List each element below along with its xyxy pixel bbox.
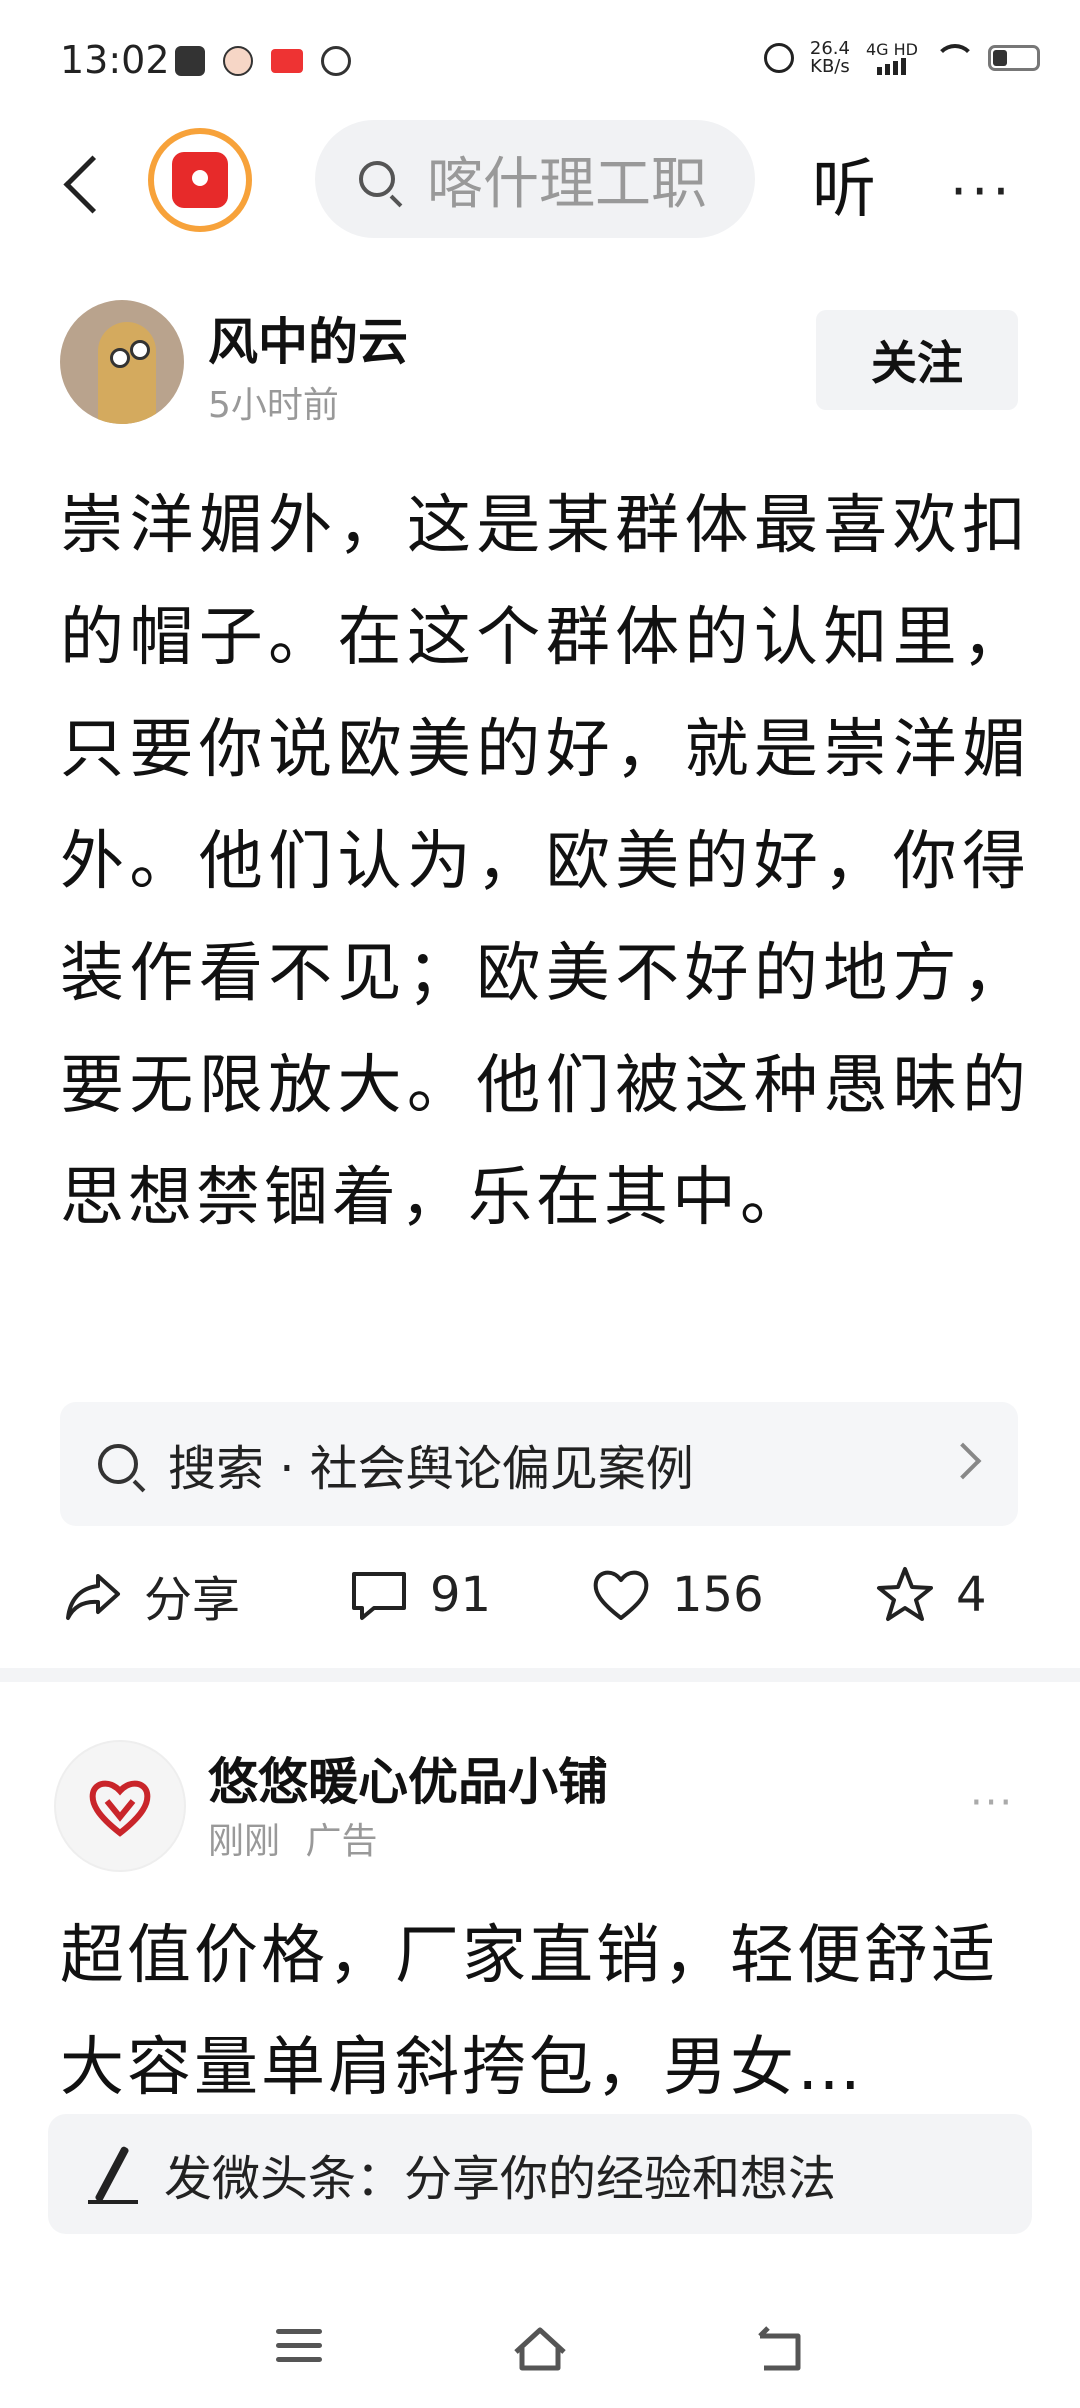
like-count: 156 xyxy=(672,1567,764,1623)
post-time: 5小时前 xyxy=(208,385,339,426)
status-time: 13:02 xyxy=(60,38,170,82)
favorite-button[interactable]: 4 xyxy=(874,1550,987,1640)
ad-avatar[interactable] xyxy=(54,1740,186,1872)
pen-icon xyxy=(86,2144,138,2204)
avatar-icon xyxy=(223,46,253,76)
listen-button[interactable]: 听 xyxy=(812,138,876,230)
nfc-icon xyxy=(321,46,351,76)
home-icon xyxy=(514,2327,566,2371)
heart-logo-icon xyxy=(89,1780,151,1837)
ad-content[interactable]: 超值价格，厂家直销，轻便舒适大容量单肩斜挎包，男女… xyxy=(60,1900,1020,2100)
status-bar: 13:02 26.4 KB/s 4G HD xyxy=(0,0,1080,120)
ad-time: 刚刚 xyxy=(208,1821,281,1862)
post-content[interactable]: 崇洋媚外，这是某群体最喜欢扣的帽子。在这个群体的认知里，只要你说欧美的好，就是崇… xyxy=(60,470,1030,1254)
top-bar: 喀什理工职 听 ··· xyxy=(0,120,1080,240)
chevron-left-icon xyxy=(63,155,122,214)
chevron-right-icon xyxy=(944,1442,982,1480)
related-search-text: 搜索 · 社会舆论偏见案例 xyxy=(168,1441,694,1497)
search-icon xyxy=(359,161,395,197)
heart-icon xyxy=(593,1570,649,1620)
notification-icons xyxy=(175,46,351,76)
feed-divider xyxy=(0,1668,1080,1682)
ad-author-name[interactable]: 悠悠暖心优品小铺 xyxy=(208,1742,608,1814)
search-bar[interactable]: 喀什理工职 xyxy=(315,120,755,238)
network-speed: 26.4 KB/s xyxy=(810,40,850,76)
back-nav-button[interactable] xyxy=(750,2320,810,2380)
follow-button[interactable]: 关注 xyxy=(816,310,1018,410)
return-icon xyxy=(758,2326,801,2371)
author-avatar[interactable] xyxy=(60,300,184,424)
related-search-card[interactable]: 搜索 · 社会舆论偏见案例 xyxy=(60,1402,1018,1526)
red-envelope-icon xyxy=(172,152,228,208)
comment-icon xyxy=(352,1572,406,1620)
alarm-icon xyxy=(763,43,794,73)
comment-count: 91 xyxy=(430,1567,492,1623)
like-button[interactable]: 156 xyxy=(590,1550,764,1640)
composer-placeholder: 发微头条：分享你的经验和想法 xyxy=(164,2151,837,2207)
app-logo-button[interactable] xyxy=(148,128,252,232)
home-button[interactable] xyxy=(510,2320,570,2380)
star-icon xyxy=(877,1567,933,1621)
author-name[interactable]: 风中的云 xyxy=(208,302,408,374)
post-composer-bar[interactable]: 发微头条：分享你的经验和想法 xyxy=(48,2114,1032,2234)
search-placeholder: 喀什理工职 xyxy=(427,151,707,217)
ad-more-button[interactable]: ··· xyxy=(970,1780,1014,1826)
battery-icon xyxy=(988,45,1040,71)
search-icon xyxy=(98,1444,138,1484)
wifi-icon xyxy=(934,44,976,72)
toutiao-icon xyxy=(271,49,303,73)
signal-icon: 4G HD xyxy=(865,39,918,75)
ad-meta: 刚刚 广告 xyxy=(208,1812,377,1864)
message-icon xyxy=(175,46,205,76)
back-button[interactable] xyxy=(52,140,122,220)
more-options-button[interactable]: ··· xyxy=(950,160,1014,223)
ad-tag: 广告 xyxy=(305,1821,378,1862)
comment-button[interactable]: 91 xyxy=(348,1550,491,1640)
system-nav-bar xyxy=(0,2290,1080,2408)
share-button[interactable]: 分享 xyxy=(62,1550,240,1640)
post-actions: 分享 91 156 4 xyxy=(0,1550,1080,1640)
system-icons: 26.4 KB/s 4G HD xyxy=(763,39,1040,76)
favorite-count: 4 xyxy=(956,1567,987,1623)
network-speed-unit: KB/s xyxy=(810,56,850,77)
network-type: 4G HD xyxy=(865,39,918,59)
share-label: 分享 xyxy=(144,1572,241,1628)
recent-apps-button[interactable] xyxy=(276,2320,336,2380)
share-icon xyxy=(66,1574,120,1620)
